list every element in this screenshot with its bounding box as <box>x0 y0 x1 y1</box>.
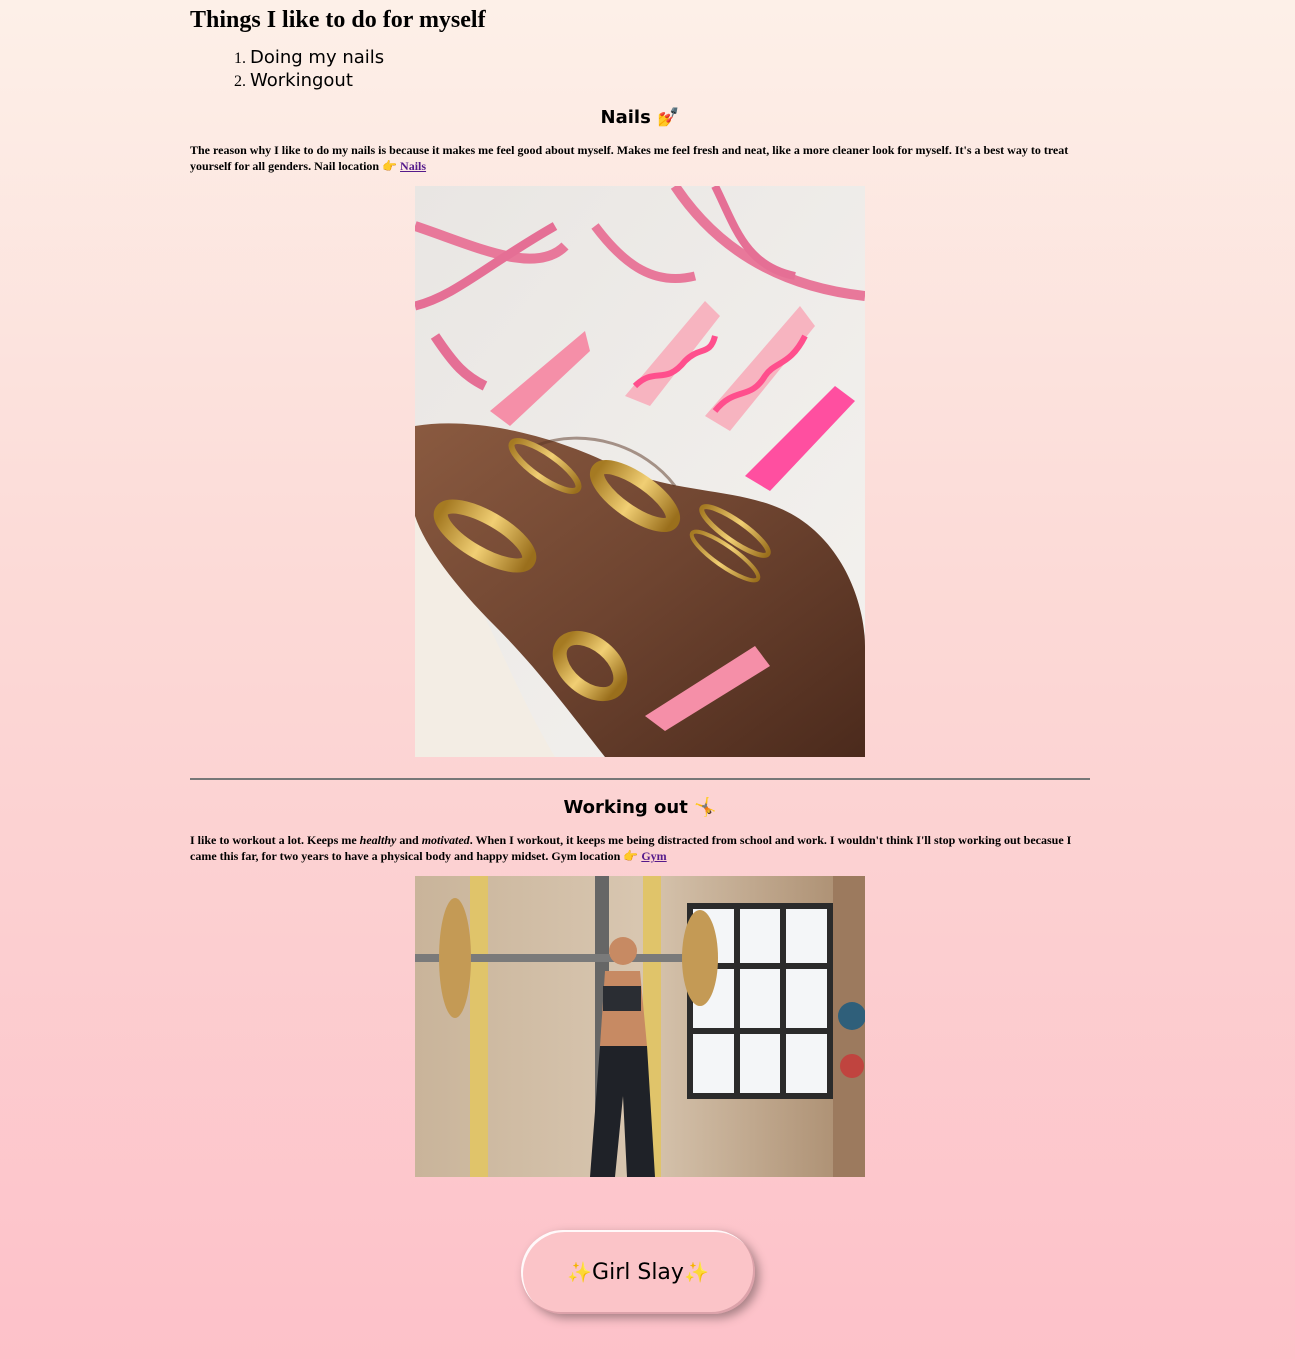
page-title: Things I like to do for myself <box>190 7 486 33</box>
activity-list: Doing my nails Workingout <box>190 46 1090 92</box>
section-divider <box>190 778 1090 780</box>
pointing-hand-icon: 👉 <box>382 159 398 173</box>
list-item: Doing my nails <box>250 46 1090 69</box>
gym-link[interactable]: Gym <box>641 849 666 863</box>
nails-heading-text: Nails <box>600 107 651 128</box>
nails-heading: Nails 💅 <box>190 106 1090 130</box>
list-item: Workingout <box>250 69 1090 92</box>
sparkles-icon: ✨ <box>567 1260 593 1284</box>
sparkles-icon: ✨ <box>683 1260 709 1284</box>
cartwheel-icon: 🤸 <box>694 797 717 818</box>
nails-image <box>415 186 865 757</box>
girl-slay-label: Girl Slay <box>592 1259 684 1285</box>
pointing-hand-icon: 👉 <box>623 849 639 863</box>
workout-text-healthy: healthy <box>359 833 397 847</box>
girl-slay-button[interactable]: ✨ Girl Slay ✨ <box>521 1230 755 1314</box>
nails-link[interactable]: Nails <box>400 159 426 173</box>
workout-heading-text: Working out <box>563 797 688 818</box>
workout-image <box>415 876 865 1177</box>
workout-text-and: and <box>396 833 422 847</box>
workout-heading: Working out 🤸 <box>190 796 1090 820</box>
page-content: Things I like to do for myself Doing my … <box>190 0 1090 1177</box>
workout-text: I like to workout a lot. Keeps me <box>190 833 360 847</box>
nail-polish-icon: 💅 <box>657 107 680 128</box>
nails-paragraph: The reason why I like to do my nails is … <box>190 142 1090 174</box>
workout-paragraph: I like to workout a lot. Keeps me health… <box>190 832 1090 864</box>
workout-text-motivated: motivated <box>421 833 470 847</box>
nails-text: The reason why I like to do my nails is … <box>190 143 1069 173</box>
